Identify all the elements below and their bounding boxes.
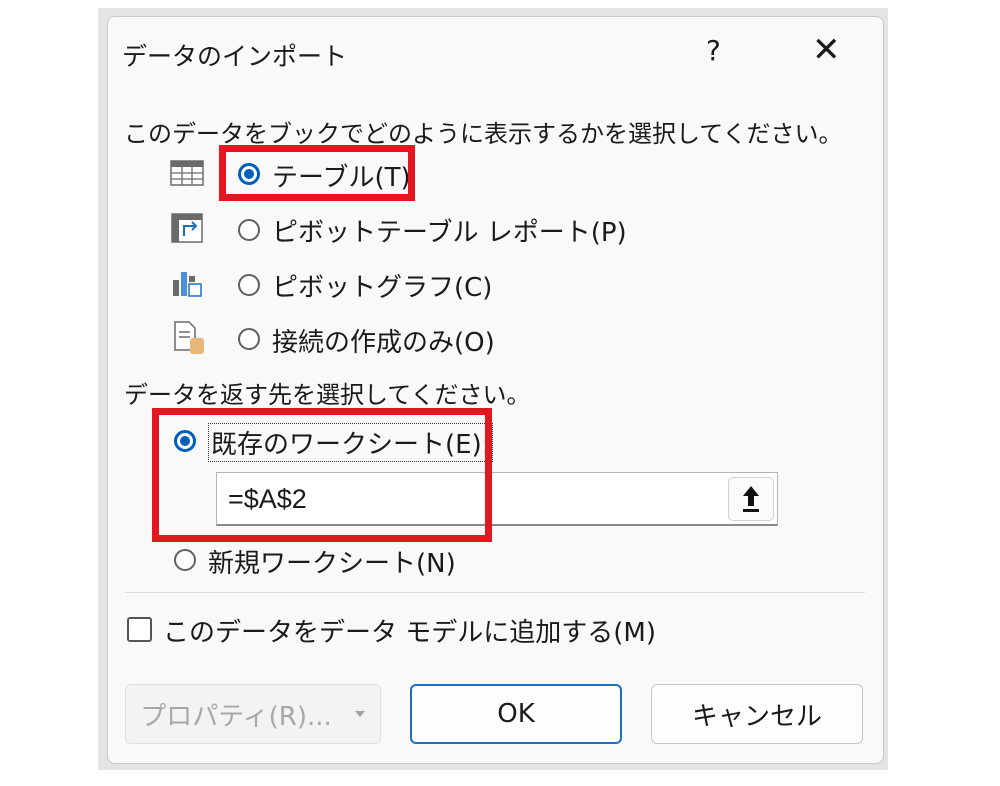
pivot-chart-option-label[interactable]: ピボットグラフ(C): [272, 267, 492, 304]
connection-only-icon: [174, 321, 204, 354]
connection-only-radio[interactable]: [238, 328, 260, 350]
existing-sheet-highlight-box: [152, 408, 492, 542]
help-button[interactable]: ?: [706, 34, 721, 67]
collapse-dialog-button[interactable]: [728, 477, 774, 521]
dialog-title: データのインポート: [122, 42, 348, 71]
new-sheet-label[interactable]: 新規ワークシート(N): [208, 543, 456, 580]
upload-arrow-icon: [743, 486, 759, 512]
data-model-checkbox[interactable]: [127, 617, 152, 642]
new-sheet-radio[interactable]: [174, 549, 196, 571]
ok-button[interactable]: OK: [410, 684, 622, 744]
properties-button-label: プロパティ(R)...: [140, 701, 332, 732]
close-button[interactable]: ✕: [812, 30, 841, 70]
pivot-chart-icon: [173, 272, 202, 297]
data-model-label[interactable]: このデータをデータ モデルに追加する(M): [163, 612, 656, 649]
chevron-down-icon: [354, 711, 365, 717]
table-icon: [170, 160, 204, 186]
destination-prompt: データを返す先を選択してください。: [124, 381, 531, 409]
properties-button[interactable]: プロパティ(R)...: [125, 684, 381, 744]
ok-button-label: OK: [497, 699, 535, 729]
pivot-chart-radio[interactable]: [238, 274, 260, 296]
pivot-table-radio[interactable]: [238, 219, 260, 241]
pivot-table-icon: [171, 213, 203, 243]
cancel-button[interactable]: キャンセル: [651, 684, 863, 744]
separator: [125, 592, 865, 593]
cancel-button-label: キャンセル: [691, 701, 822, 732]
connection-only-option-label[interactable]: 接続の作成のみ(O): [272, 322, 495, 359]
pivot-table-option-label[interactable]: ピボットテーブル レポート(P): [272, 212, 627, 249]
table-highlight-box: [219, 145, 415, 201]
display-prompt: このデータをブックでどのように表示するかを選択してください。: [124, 120, 843, 148]
